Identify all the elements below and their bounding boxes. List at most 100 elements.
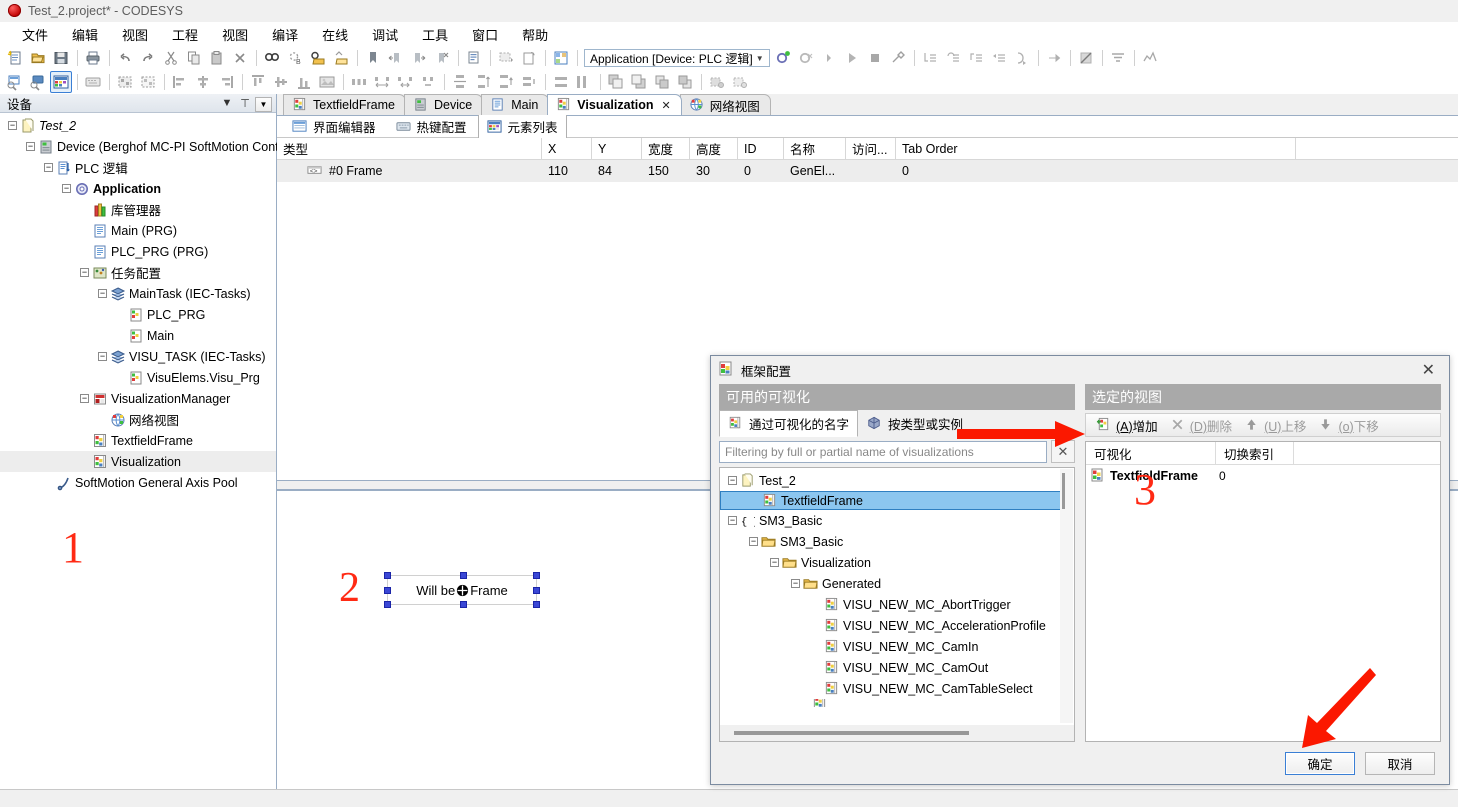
element-list-icon[interactable] <box>50 71 72 93</box>
resize-handle-nw[interactable] <box>384 572 391 579</box>
ok-button[interactable]: 确定 <box>1285 752 1355 775</box>
dialog-tab-by-name[interactable]: 通过可视化的名字 <box>719 410 858 437</box>
bring-forward-icon[interactable] <box>651 71 673 93</box>
logout-icon[interactable] <box>795 47 817 69</box>
step-out-icon[interactable] <box>965 47 987 69</box>
tree-horizontal-thumb[interactable] <box>734 731 969 735</box>
dialog-close-icon[interactable]: ✕ <box>1416 360 1441 380</box>
tree-dropdown-icon[interactable]: ▼ <box>255 97 272 112</box>
bookmark-prev-icon[interactable] <box>385 47 407 69</box>
tree-expander[interactable]: − <box>728 516 737 525</box>
spacing-h-expand-icon[interactable] <box>371 71 393 93</box>
table-row[interactable]: <>#0 Frame11084150300GenEl...0 <box>277 160 1458 182</box>
sidebar-item-visu-task-iec-tasks[interactable]: −VISU_TASK (IEC-Tasks) <box>0 346 276 367</box>
align-right-icon[interactable] <box>215 71 237 93</box>
sidebar-item-main-prg[interactable]: Main (PRG) <box>0 220 276 241</box>
spacing-h-equal-icon[interactable] <box>394 71 416 93</box>
tab-visualization[interactable]: Visualization✕ <box>547 94 681 115</box>
dialog-tree-item-sm3-basic[interactable]: −SM3_Basic <box>720 531 1074 552</box>
visu-grid-icon[interactable] <box>550 47 572 69</box>
sidebar-item-application[interactable]: −Application <box>0 178 276 199</box>
bring-to-front-icon[interactable] <box>605 71 627 93</box>
tab-textfieldframe[interactable]: TextfieldFrame <box>283 94 406 115</box>
sidebar-item-test-2[interactable]: −Test_2 <box>0 115 276 136</box>
editor-subtabs[interactable]: 界面编辑器热键配置元素列表 <box>277 116 1458 138</box>
print-icon[interactable] <box>82 47 104 69</box>
send-to-back-icon[interactable] <box>628 71 650 93</box>
tab-main[interactable]: Main <box>481 94 549 115</box>
stop-icon[interactable] <box>864 47 886 69</box>
resize-handle-n[interactable] <box>460 572 467 579</box>
filter-input[interactable]: Filtering by full or partial name of vis… <box>719 441 1047 463</box>
tree-expander[interactable]: − <box>44 163 53 172</box>
column-header-0[interactable]: 类型 <box>277 138 542 159</box>
sidebar-item-textfieldframe[interactable]: TextfieldFrame <box>0 430 276 451</box>
same-height-icon[interactable] <box>573 71 595 93</box>
align-left-icon[interactable] <box>169 71 191 93</box>
tree-expander[interactable]: − <box>26 142 35 151</box>
column-header-4[interactable]: 高度 <box>690 138 738 159</box>
available-visualizations-tree[interactable]: −Test_2TextfieldFrame−{ }SM3_Basic−SM3_B… <box>720 468 1074 725</box>
resize-handle-sw[interactable] <box>384 601 391 608</box>
step-over-icon[interactable] <box>942 47 964 69</box>
dialog-tree-item-visu-new-mc-camout[interactable]: VISU_NEW_MC_CamOut <box>720 657 1074 678</box>
resize-handle-e[interactable] <box>533 587 540 594</box>
subtab-hotkey-config[interactable]: 热键配置 <box>387 114 476 139</box>
editor-tabstrip[interactable]: TextfieldFrameDeviceMainVisualization✕网络… <box>277 94 1458 116</box>
device-tree[interactable]: −Test_2−Device (Berghof MC-PI SoftMotion… <box>0 113 276 493</box>
selected-views-toolbar[interactable]: (A)增加(D)删除(U)上移(o)下移 <box>1085 413 1441 437</box>
dialog-tree-item-visu-new-mc-camtableselect[interactable]: VISU_NEW_MC_CamTableSelect <box>720 678 1074 699</box>
copy-icon[interactable] <box>183 47 205 69</box>
send-backward-icon[interactable] <box>674 71 696 93</box>
dialog-tree-item-visu-new-mc-camin[interactable]: VISU_NEW_MC_CamIn <box>720 636 1074 657</box>
step-into-icon[interactable] <box>919 47 941 69</box>
pin-icon[interactable]: ⊤ <box>236 97 254 110</box>
ungroup-icon[interactable] <box>137 71 159 93</box>
properties-icon[interactable] <box>463 47 485 69</box>
bookmark-icon[interactable] <box>362 47 384 69</box>
tab-close-icon[interactable]: ✕ <box>661 99 670 112</box>
tree-horizontal-scrollbar[interactable] <box>720 725 1074 741</box>
spacing-h-none-icon[interactable] <box>417 71 439 93</box>
column-header-8[interactable]: Tab Order <box>896 138 1296 159</box>
visu-unlock-icon[interactable] <box>729 71 751 93</box>
panel-menu-icon[interactable]: ▼ <box>218 97 236 109</box>
undo-icon[interactable] <box>114 47 136 69</box>
delete-icon[interactable] <box>229 47 251 69</box>
dialog-tab-by-type[interactable]: 按类型或实例 <box>858 410 972 437</box>
bookmark-next-icon[interactable] <box>408 47 430 69</box>
keyboard-icon[interactable] <box>82 71 104 93</box>
sidebar-item-[interactable]: −任务配置 <box>0 262 276 283</box>
dialog-tree-item-sm3-basic[interactable]: −{ }SM3_Basic <box>720 510 1074 531</box>
tree-vertical-thumb[interactable] <box>1062 473 1065 509</box>
sidebar-item-plc-prg[interactable]: PLC_PRG <box>0 304 276 325</box>
column-header-3[interactable]: 宽度 <box>642 138 690 159</box>
hotkey-config-icon[interactable] <box>27 71 49 93</box>
breakpoint-toggle-icon[interactable] <box>1075 47 1097 69</box>
sidebar-item-main[interactable]: Main <box>0 325 276 346</box>
dialog-tree-item-generated[interactable]: −Generated <box>720 573 1074 594</box>
column-header-6[interactable]: 名称 <box>784 138 846 159</box>
resize-handle-ne[interactable] <box>533 572 540 579</box>
bookmark-clear-icon[interactable] <box>431 47 453 69</box>
selected-views-add-visualization[interactable]: (A)增加 <box>1091 415 1163 436</box>
menu-item-view[interactable]: 视图 <box>112 23 158 46</box>
expand-toolbar-icon[interactable] <box>818 47 840 69</box>
tab-[interactable]: 网络视图 <box>680 94 771 115</box>
cancel-button[interactable]: 取消 <box>1365 752 1435 775</box>
open-project-icon[interactable] <box>27 47 49 69</box>
resize-handle-se[interactable] <box>533 601 540 608</box>
sidebar-item-plc-prg-prg[interactable]: PLC_PRG (PRG) <box>0 241 276 262</box>
spacing-v-equal-icon[interactable] <box>495 71 517 93</box>
tree-expander[interactable]: − <box>8 121 17 130</box>
sidebar-item-visualization[interactable]: Visualization <box>0 451 276 472</box>
find-icon[interactable] <box>261 47 283 69</box>
tree-vertical-scrollbar[interactable] <box>1060 469 1073 723</box>
resize-handle-s[interactable] <box>460 601 467 608</box>
dialog-tree-item-visualization[interactable]: −Visualization <box>720 552 1074 573</box>
distribute-h-icon[interactable] <box>348 71 370 93</box>
distribute-v-icon[interactable] <box>449 71 471 93</box>
save-icon[interactable] <box>50 47 72 69</box>
sidebar-item-[interactable]: 网络视图 <box>0 409 276 430</box>
find-in-project-icon[interactable] <box>307 47 329 69</box>
